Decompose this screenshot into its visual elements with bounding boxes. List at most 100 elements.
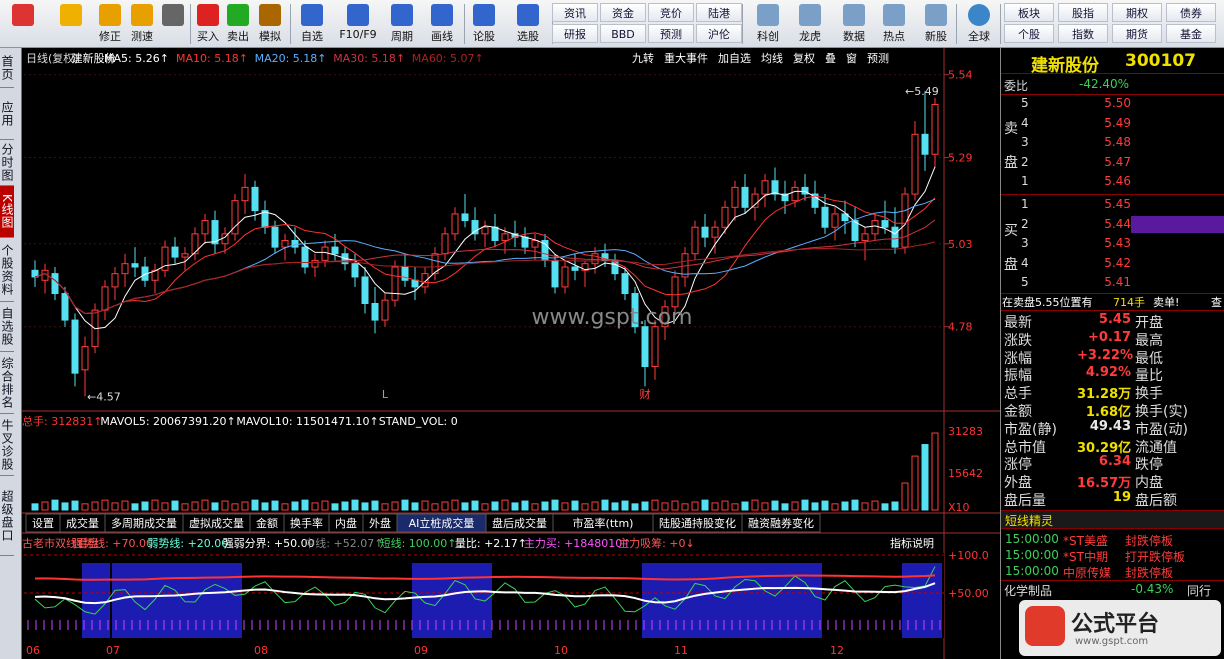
left-tab-2[interactable]: 分时图 — [0, 140, 14, 186]
bid-price[interactable]: 5.44 — [1101, 217, 1131, 231]
candle-body[interactable] — [481, 226, 489, 235]
sprite-name[interactable]: *ST美盛 — [1063, 532, 1108, 549]
candle-body[interactable] — [241, 186, 249, 202]
candle-body[interactable] — [361, 276, 369, 304]
sprite-name[interactable]: 中原传媒 — [1063, 564, 1111, 581]
candle-body[interactable] — [101, 286, 109, 311]
candle-body[interactable] — [521, 236, 529, 248]
candle-body[interactable] — [201, 220, 209, 235]
candle-body[interactable] — [571, 266, 579, 271]
candle-body[interactable] — [671, 276, 679, 308]
toolbar-timer-button[interactable] — [160, 2, 186, 46]
toolbar-market-3[interactable]: 债券 — [1166, 3, 1216, 22]
candle-body[interactable] — [641, 326, 649, 368]
candle-body[interactable] — [301, 246, 309, 268]
candle-body[interactable] — [391, 266, 399, 301]
left-tab-3[interactable]: K线图 — [0, 186, 14, 238]
left-tab-5[interactable]: 自选股 — [0, 302, 14, 352]
bid-price[interactable]: 5.41 — [1101, 275, 1131, 289]
toolbar-link-3[interactable]: 陆港 — [696, 3, 742, 22]
toolbar-pick-button[interactable]: 选股 — [508, 2, 548, 46]
bid-price[interactable]: 5.45 — [1101, 197, 1131, 211]
candle-body[interactable] — [351, 263, 359, 278]
candle-body[interactable] — [81, 346, 89, 371]
toolbar-market-2[interactable]: 期权 — [1112, 3, 1162, 22]
candle-body[interactable] — [561, 266, 569, 288]
candle-body[interactable] — [791, 186, 799, 202]
toolbar-link2-3[interactable]: 沪伦 — [696, 24, 742, 43]
toolbar-sell-button[interactable]: 卖出 — [224, 2, 252, 46]
toolbar-market-0[interactable]: 板块 — [1004, 3, 1054, 22]
candle-body[interactable] — [691, 226, 699, 255]
candle-body[interactable] — [891, 226, 899, 248]
candle-body[interactable] — [911, 133, 919, 195]
sprite-name[interactable]: *ST中期 — [1063, 548, 1108, 565]
left-tab-1[interactable]: 应用 — [0, 88, 14, 140]
candle-body[interactable] — [931, 103, 939, 155]
candle-body[interactable] — [651, 326, 659, 368]
candle-body[interactable] — [51, 273, 59, 295]
toolbar-measure-button[interactable]: 测速 — [126, 2, 158, 46]
candle-body[interactable] — [501, 233, 509, 241]
toolbar-link-2[interactable]: 竞价 — [648, 3, 694, 22]
candle-body[interactable] — [311, 259, 319, 268]
toolbar-3-button[interactable]: 热点 — [874, 2, 914, 46]
candle-body[interactable] — [181, 253, 189, 258]
global-button[interactable]: 全球 — [960, 2, 998, 46]
ask-price[interactable]: 5.47 — [1101, 155, 1131, 169]
candle-body[interactable] — [171, 246, 179, 258]
toolbar-fix-button[interactable]: 修正 — [94, 2, 126, 46]
toolbar-market2-1[interactable]: 指数 — [1058, 24, 1108, 43]
candle-body[interactable] — [451, 213, 459, 235]
candle-body[interactable] — [731, 186, 739, 208]
candle-body[interactable] — [271, 226, 279, 248]
ask-price[interactable]: 5.48 — [1101, 135, 1131, 149]
toolbar-link2-0[interactable]: 研报 — [552, 24, 598, 43]
candle-body[interactable] — [621, 273, 629, 295]
candle-body[interactable] — [771, 180, 779, 195]
candle-body[interactable] — [281, 239, 289, 248]
candle-body[interactable] — [751, 193, 759, 208]
candle-body[interactable] — [741, 186, 749, 208]
candle-body[interactable] — [861, 233, 869, 241]
left-tab-4[interactable]: 个股资料 — [0, 238, 14, 302]
toolbar-link2-2[interactable]: 预测 — [648, 24, 694, 43]
toolbar-link-0[interactable]: 资讯 — [552, 3, 598, 22]
candle-body[interactable] — [491, 226, 499, 241]
toolbar-1-button[interactable]: 龙虎 — [790, 2, 830, 46]
candle-body[interactable] — [701, 226, 709, 238]
candle-body[interactable] — [121, 263, 129, 275]
ask-price[interactable]: 5.46 — [1101, 174, 1131, 188]
candle-body[interactable] — [441, 233, 449, 255]
candle-body[interactable] — [711, 226, 719, 238]
toolbar-draw-button[interactable]: 画线 — [422, 2, 462, 46]
candle-body[interactable] — [321, 246, 329, 261]
left-tab-8[interactable]: 超级盘口 — [0, 476, 14, 556]
candle-body[interactable] — [251, 186, 259, 212]
candle-body[interactable] — [551, 259, 559, 288]
candle-body[interactable] — [381, 299, 389, 321]
candle-body[interactable] — [291, 239, 299, 248]
candle-body[interactable] — [131, 263, 139, 268]
candle-body[interactable] — [591, 253, 599, 265]
candle-body[interactable] — [411, 279, 419, 288]
left-tab-7[interactable]: 牛叉诊股 — [0, 414, 14, 476]
candle-body[interactable] — [371, 302, 379, 321]
toolbar-discuss-button[interactable]: 论股 — [468, 2, 500, 46]
candle-body[interactable] — [71, 319, 79, 374]
toolbar-0-button[interactable]: 科创 — [748, 2, 788, 46]
toolbar-back-button[interactable] — [54, 2, 88, 46]
toolbar-market-1[interactable]: 股指 — [1058, 3, 1108, 22]
chart-canvas[interactable]: 日线(复权)建新股份MA5: 5.26↑ MA10: 5.18↑ MA20: 5.1… — [22, 48, 1000, 659]
toolbar-link-1[interactable]: 资金 — [600, 3, 646, 22]
toolbar-f10-button[interactable]: F10/F9 — [334, 2, 382, 46]
ask-price[interactable]: 5.50 — [1101, 96, 1131, 110]
candle-body[interactable] — [61, 293, 69, 321]
candle-body[interactable] — [471, 220, 479, 235]
ask-price[interactable]: 5.49 — [1101, 116, 1131, 130]
candle-body[interactable] — [111, 273, 119, 288]
candle-body[interactable] — [531, 239, 539, 248]
candle-body[interactable] — [821, 206, 829, 228]
candle-body[interactable] — [871, 220, 879, 235]
toolbar-market2-2[interactable]: 期货 — [1112, 24, 1162, 43]
